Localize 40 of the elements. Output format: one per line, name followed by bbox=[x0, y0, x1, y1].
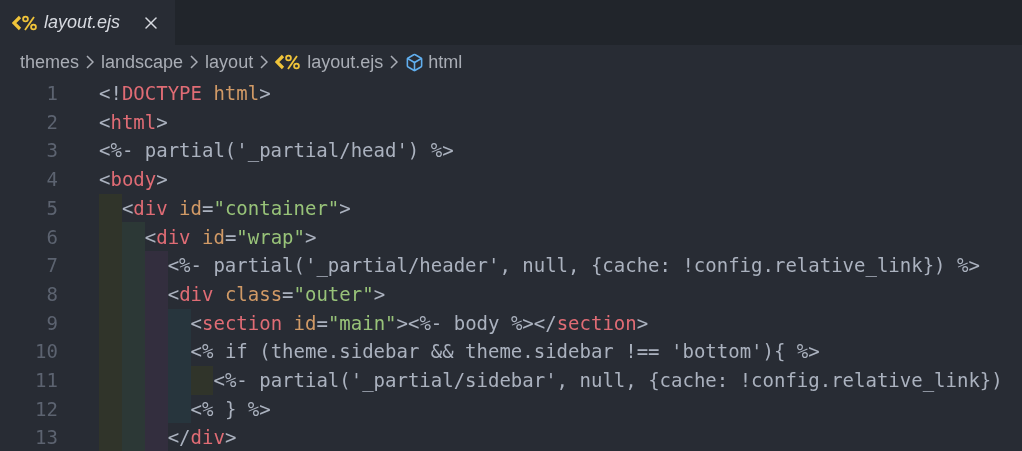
code-line: <%- partial('_partial/sidebar', null, {cache: !config.relative_link}) bbox=[99, 365, 1003, 395]
line-number: 9 bbox=[45, 310, 58, 336]
cube-icon bbox=[405, 52, 425, 72]
line-number: 12 bbox=[34, 396, 58, 422]
line-number: 5 bbox=[45, 195, 58, 221]
line-number: 7 bbox=[45, 253, 58, 279]
line-number: 13 bbox=[34, 425, 58, 451]
line-number: 2 bbox=[45, 109, 58, 135]
ejs-file-icon bbox=[275, 53, 302, 71]
editor-tab[interactable]: layout.ejs bbox=[0, 0, 175, 45]
line-number: 11 bbox=[34, 367, 58, 393]
line-number: 6 bbox=[45, 224, 58, 250]
code-line: <% } %> bbox=[99, 394, 271, 424]
line-number: 10 bbox=[34, 339, 58, 365]
chevron-icon bbox=[86, 55, 95, 69]
code-line: <%- partial('_partial/header', null, {cache: !config.relative_link}) %> bbox=[99, 251, 980, 280]
chevron-icon bbox=[260, 55, 269, 69]
line-number: 3 bbox=[45, 138, 58, 164]
chevron-icon bbox=[390, 55, 399, 69]
code-line: <!DOCTYPE html> bbox=[99, 81, 271, 107]
breadcrumb-item[interactable]: html bbox=[428, 48, 463, 76]
code-line: <div class="outer"> bbox=[99, 279, 386, 309]
breadcrumb-item[interactable]: layout.ejs bbox=[307, 48, 384, 76]
line-number: 4 bbox=[45, 167, 58, 193]
chevron-icon bbox=[190, 55, 199, 69]
code-line: <%- partial('_partial/head') %> bbox=[99, 138, 454, 164]
line-number: 1 bbox=[45, 81, 58, 107]
code-line: <html> bbox=[99, 109, 168, 135]
code-line: <div id="wrap"> bbox=[99, 222, 317, 252]
line-number: 8 bbox=[45, 281, 58, 307]
breadcrumb-item[interactable]: themes bbox=[20, 48, 80, 76]
code-line: <div id="container"> bbox=[99, 193, 351, 223]
breadcrumb-item[interactable]: layout bbox=[205, 48, 254, 76]
code-line: <body> bbox=[99, 167, 168, 193]
tab-title: layout.ejs bbox=[44, 11, 121, 34]
code-line: </div> bbox=[99, 423, 237, 451]
breadcrumb-item[interactable]: landscape bbox=[101, 48, 184, 76]
code-line: <section id="main"><%- body %></section> bbox=[99, 308, 649, 338]
ejs-file-icon bbox=[12, 13, 38, 32]
code-line: <% if (theme.sidebar && theme.sidebar !== 'bottom'){ %> bbox=[99, 337, 820, 366]
